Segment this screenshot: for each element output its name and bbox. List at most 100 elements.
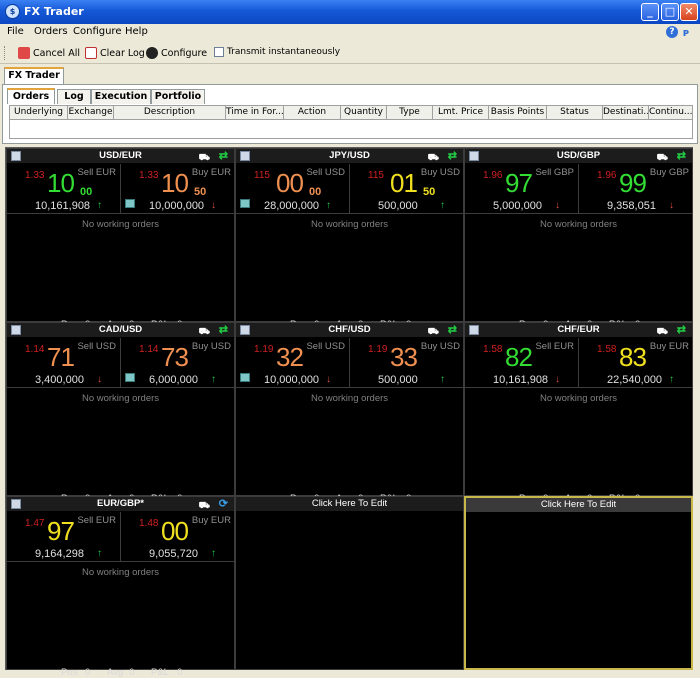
col-quantity[interactable]: Quantity <box>341 106 387 119</box>
swap-arrows-icon[interactable]: ⇄ <box>677 149 686 163</box>
col-lmt-price[interactable]: Lmt. Price <box>433 106 489 119</box>
buy-panel[interactable]: 115 Buy USD 01 50 500,000 ↑ <box>350 164 464 214</box>
sell-price-big[interactable]: 00 <box>276 168 304 199</box>
menu-help[interactable]: Help <box>125 26 148 37</box>
pin-icon[interactable]: ᴘ <box>683 26 693 39</box>
tile-config-icon[interactable] <box>11 325 21 335</box>
order-icon[interactable]: ⛟ <box>428 150 439 164</box>
sell-panel[interactable]: 1.19 Sell USD 32 10,000,000 ↓ <box>236 338 350 388</box>
maximize-button[interactable]: □ <box>661 3 679 21</box>
buy-panel[interactable]: 1.48 Buy EUR 00 9,055,720 ↑ <box>121 512 235 562</box>
buy-panel[interactable]: 1.33 Buy EUR 10 50 10,000,000 ↓ <box>121 164 235 214</box>
buy-price-big[interactable]: 00 <box>161 516 189 547</box>
help-icon[interactable]: ? <box>666 26 678 38</box>
swap-arrows-icon[interactable]: ⇄ <box>677 323 686 337</box>
buy-panel[interactable]: 1.96 Buy GBP 99 9,358,051 ↓ <box>579 164 693 214</box>
swap-arrows-icon[interactable]: ⇄ <box>219 323 228 337</box>
buy-panel[interactable]: 1.19 Buy USD 33 500,000 ↑ <box>350 338 464 388</box>
clear-log-button[interactable]: Clear Log <box>85 47 145 59</box>
sell-price-big[interactable]: 10 <box>47 168 75 199</box>
tile-config-icon[interactable] <box>469 151 479 161</box>
menu-orders[interactable]: Orders <box>34 26 68 37</box>
close-button[interactable]: ✕ <box>680 3 698 21</box>
swap-arrows-icon[interactable]: ⇄ <box>448 149 457 163</box>
tile-header: CHF/USD ⛟ ⇄ <box>236 323 463 337</box>
fx-tile[interactable]: USD/GBP ⛟ ⇄ 1.96 Sell GBP 97 5,000,000 ↓… <box>464 148 693 330</box>
buy-panel[interactable]: 1.58 Buy EUR 83 22,540,000 ↑ <box>579 338 693 388</box>
sell-panel[interactable]: 1.58 Sell EUR 82 10,161,908 ↓ <box>465 338 579 388</box>
transmit-checkbox[interactable]: Transmit instantaneously <box>214 47 340 57</box>
fx-tile[interactable]: CAD/USD ⛟ ⇄ 1.14 Sell USD 71 3,400,000 ↓… <box>6 322 235 504</box>
col-continuous[interactable]: Continu... <box>649 106 692 119</box>
col-destination[interactable]: Destinati... <box>603 106 649 119</box>
order-icon[interactable]: ⛟ <box>199 498 210 512</box>
col-time-in-force[interactable]: Time in For... <box>226 106 284 119</box>
col-underlying[interactable]: Underlying <box>10 106 68 119</box>
swap-arrows-icon[interactable]: ⟳ <box>219 497 228 511</box>
sell-panel[interactable]: 115 Sell USD 00 00 28,000,000 ↑ <box>236 164 350 214</box>
fx-tile[interactable]: JPY/USD ⛟ ⇄ 115 Sell USD 00 00 28,000,00… <box>235 148 464 330</box>
empty-tile[interactable]: Click Here To Edit <box>235 496 464 670</box>
col-action[interactable]: Action <box>284 106 341 119</box>
buy-price-big[interactable]: 99 <box>619 168 647 199</box>
buy-panel[interactable]: 1.14 Buy USD 73 6,000,000 ↑ <box>121 338 235 388</box>
sell-size: 10,000,000 <box>264 374 320 386</box>
buy-price-big[interactable]: 10 <box>161 168 189 199</box>
empty-tile[interactable]: Click Here To Edit <box>464 496 693 670</box>
sell-panel[interactable]: 1.14 Sell USD 71 3,400,000 ↓ <box>7 338 121 388</box>
sell-panel[interactable]: 1.96 Sell GBP 97 5,000,000 ↓ <box>465 164 579 214</box>
tab-orders[interactable]: Orders <box>7 88 55 104</box>
tab-execution[interactable]: Execution <box>91 89 151 104</box>
sell-price-big[interactable]: 82 <box>505 342 533 373</box>
sell-price-prefix: 1.96 <box>483 170 503 181</box>
order-icon[interactable]: ⛟ <box>657 324 668 338</box>
fx-tile[interactable]: EUR/GBP* ⛟ ⟳ 1.47 Sell EUR 97 9,164,298 … <box>6 496 235 678</box>
sell-panel[interactable]: 1.47 Sell EUR 97 9,164,298 ↑ <box>7 512 121 562</box>
tile-config-icon[interactable] <box>240 325 250 335</box>
sell-price-big[interactable]: 97 <box>47 516 75 547</box>
sell-direction-icon: ↓ <box>555 200 560 211</box>
sell-panel[interactable]: 1.33 Sell EUR 10 00 10,161,908 ↑ <box>7 164 121 214</box>
tile-config-icon[interactable] <box>240 151 250 161</box>
menu-configure[interactable]: Configure <box>73 26 121 37</box>
col-exchange[interactable]: Exchange <box>68 106 114 119</box>
tab-log[interactable]: Log <box>57 89 91 104</box>
orders-table-body[interactable] <box>9 120 693 139</box>
fx-tile[interactable]: CHF/USD ⛟ ⇄ 1.19 Sell USD 32 10,000,000 … <box>235 322 464 504</box>
tile-config-icon[interactable] <box>11 499 21 509</box>
buy-price-big[interactable]: 01 <box>390 168 418 199</box>
no-working-orders: No working orders <box>539 219 618 230</box>
configure-button[interactable]: Configure <box>146 47 207 59</box>
col-description[interactable]: Description <box>114 106 226 119</box>
menu-file[interactable]: File <box>7 26 24 37</box>
sell-price-big[interactable]: 71 <box>47 342 75 373</box>
buy-price-prefix: 1.58 <box>597 344 617 355</box>
order-icon[interactable]: ⛟ <box>657 150 668 164</box>
click-to-edit-label[interactable]: Click Here To Edit <box>236 497 463 511</box>
tile-config-icon[interactable] <box>11 151 21 161</box>
buy-price-big[interactable]: 83 <box>619 342 647 373</box>
tile-config-icon[interactable] <box>469 325 479 335</box>
col-status[interactable]: Status <box>547 106 603 119</box>
col-basis-points[interactable]: Basis Points <box>489 106 547 119</box>
buy-price-big[interactable]: 73 <box>161 342 189 373</box>
fx-tile[interactable]: CHF/EUR ⛟ ⇄ 1.58 Sell EUR 82 10,161,908 … <box>464 322 693 504</box>
cancel-all-button[interactable]: Cancel All <box>18 47 80 59</box>
no-working-orders: No working orders <box>310 219 389 230</box>
order-icon[interactable]: ⛟ <box>199 150 210 164</box>
sell-price-big[interactable]: 32 <box>276 342 304 373</box>
minimize-button[interactable]: _ <box>641 3 659 21</box>
col-type[interactable]: Type <box>387 106 433 119</box>
sell-direction-icon: ↓ <box>97 374 102 385</box>
swap-arrows-icon[interactable]: ⇄ <box>219 149 228 163</box>
order-icon[interactable]: ⛟ <box>428 324 439 338</box>
order-icon[interactable]: ⛟ <box>199 324 210 338</box>
click-to-edit-label[interactable]: Click Here To Edit <box>466 498 691 512</box>
fx-tile[interactable]: USD/EUR ⛟ ⇄ 1.33 Sell EUR 10 00 10,161,9… <box>6 148 235 330</box>
transmit-checkbox-box[interactable] <box>214 47 224 57</box>
tab-fx-trader[interactable]: FX Trader <box>4 67 64 84</box>
tab-portfolio[interactable]: Portfolio <box>151 89 205 104</box>
swap-arrows-icon[interactable]: ⇄ <box>448 323 457 337</box>
sell-price-big[interactable]: 97 <box>505 168 533 199</box>
buy-price-big[interactable]: 33 <box>390 342 418 373</box>
